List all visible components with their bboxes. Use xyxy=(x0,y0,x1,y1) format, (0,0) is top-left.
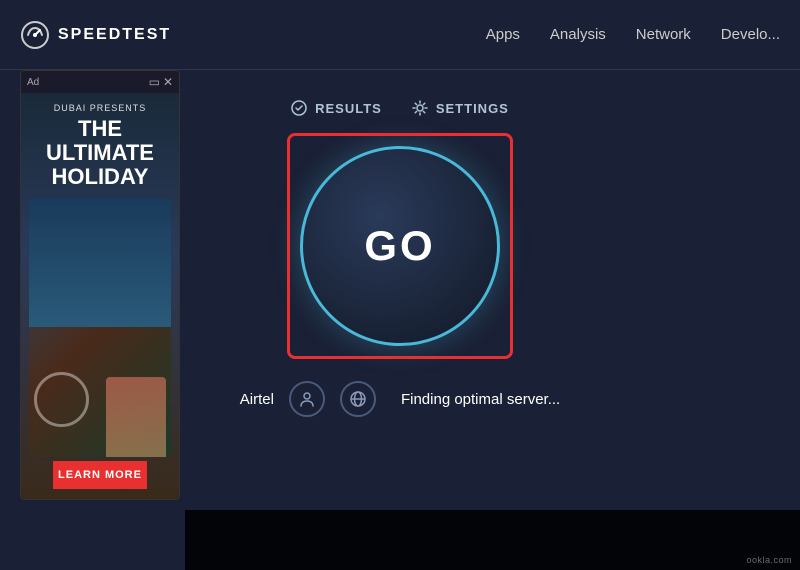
nav-links: Apps Analysis Network Develo... xyxy=(486,26,780,43)
action-row: RESULTS SETTINGS xyxy=(291,100,509,116)
nav-network[interactable]: Network xyxy=(636,26,691,43)
main-content: RESULTS SETTINGS GO Airtel xyxy=(0,70,800,417)
user-icon xyxy=(298,390,316,408)
ookla-watermark: ookla.com xyxy=(746,555,792,565)
ad-cta-button[interactable]: LEARN MORE xyxy=(53,461,147,489)
bottom-status-row: Airtel Finding optimal server... xyxy=(240,381,560,417)
header: SPEEDTEST Apps Analysis Network Develo..… xyxy=(0,0,800,70)
globe-icon xyxy=(349,390,367,408)
gear-icon xyxy=(412,100,428,116)
nav-apps[interactable]: Apps xyxy=(486,26,520,43)
nav-develop[interactable]: Develo... xyxy=(721,26,780,43)
logo-text: SPEEDTEST xyxy=(58,26,171,44)
results-label: RESULTS xyxy=(315,101,382,116)
logo-area[interactable]: SPEEDTEST xyxy=(20,20,171,50)
user-icon-circle[interactable] xyxy=(289,381,325,417)
finding-server-text: Finding optimal server... xyxy=(401,391,560,408)
provider-name: Airtel xyxy=(240,391,274,408)
go-highlight-border xyxy=(287,133,513,359)
results-button[interactable]: RESULTS xyxy=(291,100,382,116)
settings-button[interactable]: SETTINGS xyxy=(412,100,509,116)
speedtest-logo-icon xyxy=(20,20,50,50)
checkmark-circle-icon xyxy=(291,100,307,116)
nav-analysis[interactable]: Analysis xyxy=(550,26,606,43)
settings-label: SETTINGS xyxy=(436,101,509,116)
go-container: GO xyxy=(295,141,505,351)
bottom-black-bar xyxy=(185,510,800,570)
globe-icon-circle[interactable] xyxy=(340,381,376,417)
